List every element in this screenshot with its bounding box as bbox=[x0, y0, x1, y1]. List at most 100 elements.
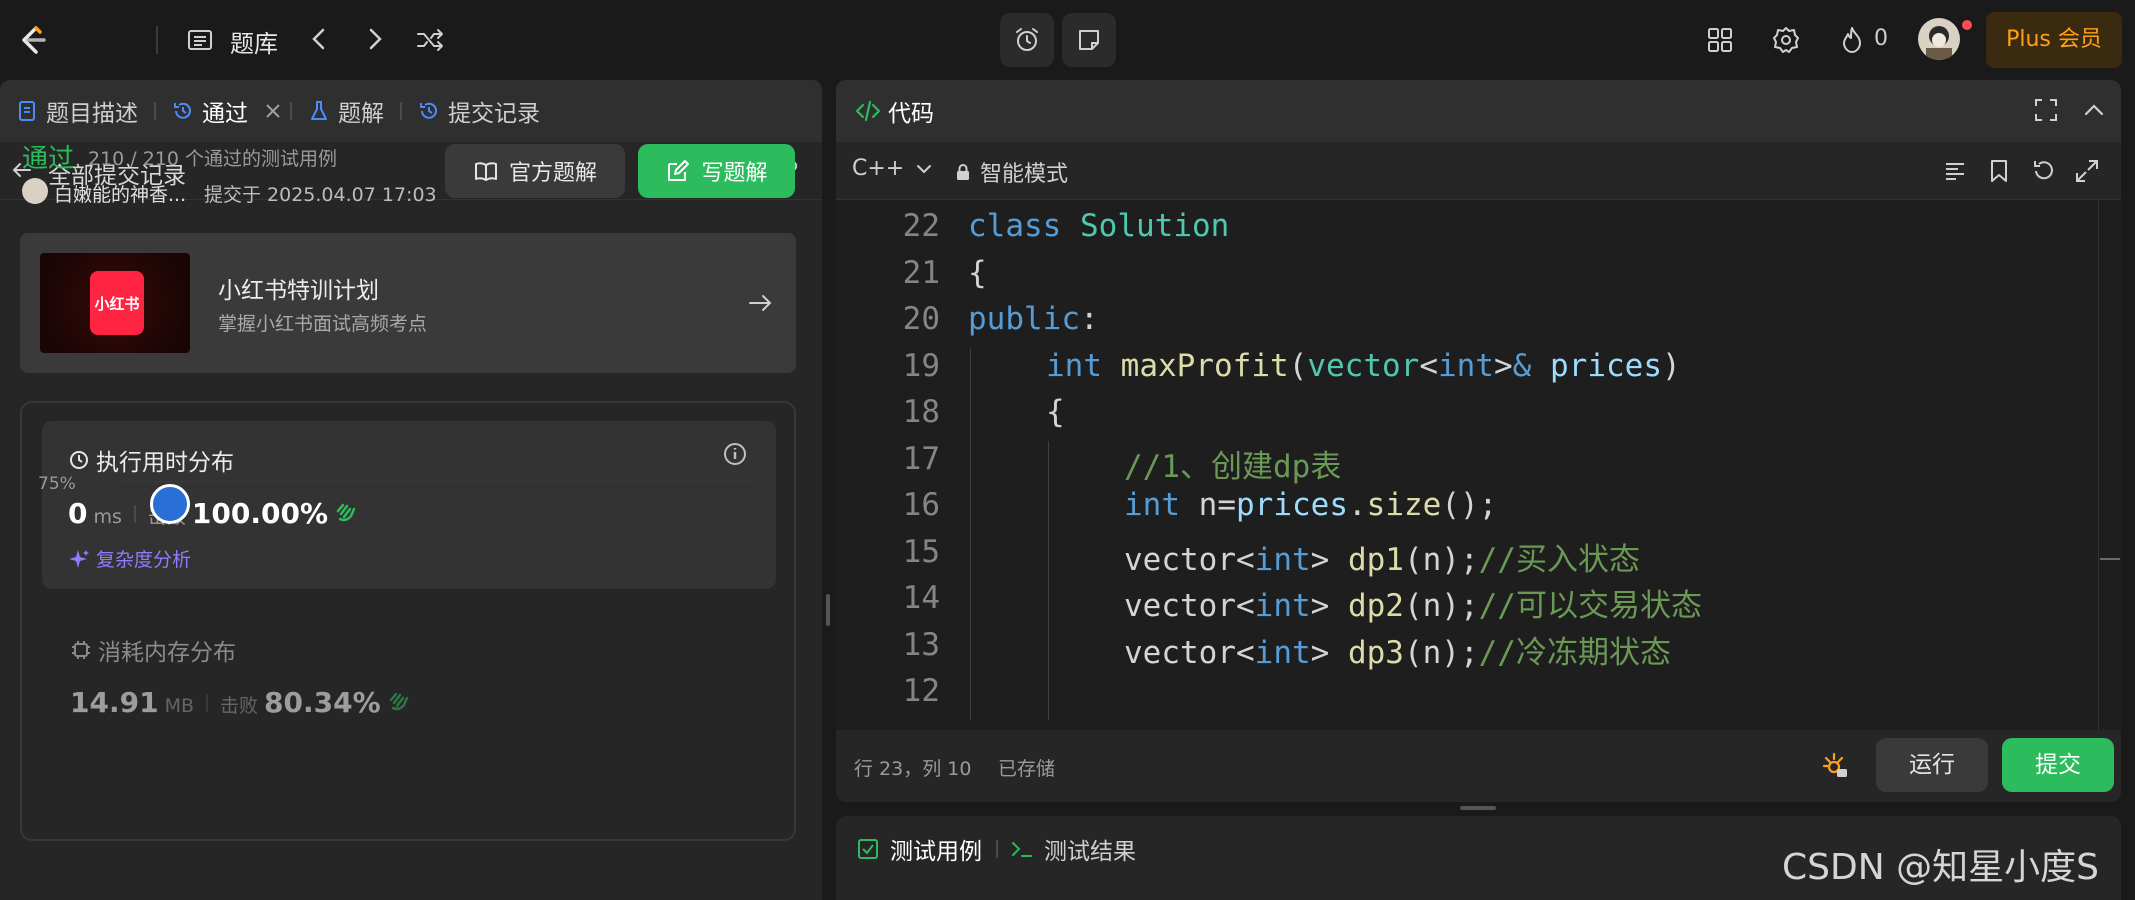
arrow-right-icon bbox=[749, 295, 772, 311]
indent-guide bbox=[970, 440, 971, 487]
sparkle-icon bbox=[69, 549, 89, 568]
streak-count: 0 bbox=[1874, 26, 1888, 51]
tab-solutions[interactable]: 题解 bbox=[308, 80, 384, 142]
problem-bank-link[interactable]: 题库 bbox=[230, 24, 278, 59]
smart-mode-toggle[interactable]: 智能模式 bbox=[954, 156, 1068, 188]
format-icon[interactable] bbox=[1942, 158, 1968, 184]
code-line[interactable]: 12 bbox=[836, 673, 2098, 720]
close-icon[interactable] bbox=[264, 102, 282, 120]
code-line[interactable]: 22 class Solution bbox=[836, 208, 2098, 254]
language-select[interactable]: C++ bbox=[852, 156, 934, 181]
tab-accepted[interactable]: 通过 bbox=[172, 80, 290, 142]
code-token: class bbox=[968, 208, 1062, 244]
tab-testcases[interactable]: 测试用例 bbox=[856, 832, 982, 866]
notes-button[interactable] bbox=[1062, 13, 1116, 67]
run-button[interactable]: 运行 bbox=[1876, 738, 1988, 792]
tab-description[interactable]: 题目描述 bbox=[16, 80, 138, 142]
timer-button[interactable] bbox=[1000, 13, 1054, 67]
fire-streak-icon[interactable] bbox=[1836, 24, 1868, 56]
info-icon[interactable] bbox=[722, 441, 748, 467]
tab-test-result[interactable]: 测试结果 bbox=[1010, 832, 1136, 866]
code-line[interactable]: 15 vector<int> dp1(n);//买入状态 bbox=[836, 533, 2098, 580]
flask-icon bbox=[311, 101, 327, 120]
divider bbox=[290, 102, 292, 120]
code-token: //1、创建dp表 bbox=[1124, 448, 1342, 485]
code-line[interactable]: 20 public: bbox=[836, 301, 2098, 347]
editor-toolbar: C++ 智能模式 bbox=[836, 142, 2121, 200]
promo-banner[interactable]: 小红书 小红书特训计划 掌握小红书面试高频考点 bbox=[20, 233, 796, 373]
code-token: . bbox=[1347, 487, 1367, 523]
chart-gridline bbox=[122, 481, 756, 482]
terminal-icon bbox=[1012, 842, 1032, 857]
official-solution-button[interactable]: 官方题解 bbox=[445, 144, 625, 198]
code-line[interactable]: 18 { bbox=[836, 394, 2098, 441]
layout-icon[interactable] bbox=[1704, 24, 1736, 56]
notification-dot bbox=[1962, 20, 1972, 30]
horizontal-resize-handle[interactable] bbox=[1460, 806, 1496, 810]
write-solution-button[interactable]: 写题解 bbox=[638, 144, 795, 198]
code-token: Solution bbox=[1080, 208, 1230, 244]
code-token: int bbox=[1046, 347, 1102, 384]
bookmark-icon[interactable] bbox=[1986, 158, 2012, 184]
code-token: int bbox=[1254, 634, 1311, 671]
line-number: 22 bbox=[902, 208, 940, 244]
line-number: 12 bbox=[902, 673, 940, 709]
submit-time: 提交于 2025.04.07 17:03 bbox=[204, 184, 437, 206]
code-line[interactable]: 14 vector<int> dp2(n);//可以交易状态 bbox=[836, 580, 2098, 627]
chart-y-tick: 75% bbox=[38, 474, 76, 494]
user-avatar bbox=[22, 178, 48, 204]
tab-code[interactable]: 代码 bbox=[854, 94, 934, 128]
save-status: 已存储 bbox=[998, 758, 1056, 780]
submit-button[interactable]: 提交 bbox=[2002, 738, 2114, 792]
runtime-title: 执行用时分布 bbox=[68, 443, 234, 477]
chevron-up-icon[interactable] bbox=[2080, 96, 2108, 124]
chip-icon bbox=[72, 641, 90, 659]
code-line[interactable]: 21 { bbox=[836, 255, 2098, 301]
history-icon bbox=[174, 102, 191, 119]
chevron-right-icon[interactable] bbox=[362, 24, 388, 54]
memory-title[interactable]: 消耗内存分布 bbox=[70, 633, 236, 667]
editor-header: 代码 bbox=[836, 80, 2121, 142]
indent-guide bbox=[1048, 580, 1049, 627]
reset-icon[interactable] bbox=[2030, 158, 2056, 184]
scrollbar-track[interactable] bbox=[2098, 200, 2099, 800]
code-area[interactable]: 22 class Solution 21 {20 public: 19 int maxPro… bbox=[836, 208, 2098, 802]
code-token: prices bbox=[1550, 347, 1662, 384]
list-icon[interactable] bbox=[186, 26, 214, 54]
plus-member-button[interactable]: Plus 会员 bbox=[1986, 12, 2122, 68]
code-token: prices bbox=[1236, 487, 1348, 523]
code-token: > bbox=[1310, 588, 1348, 624]
code-token: //可以交易状态 bbox=[1478, 588, 1702, 624]
indent-guide bbox=[970, 533, 971, 580]
shuffle-icon[interactable] bbox=[414, 24, 446, 56]
document-icon bbox=[19, 101, 35, 121]
divider bbox=[156, 26, 158, 54]
code-line[interactable]: 13 vector<int> dp3(n);//冷冻期状态 bbox=[836, 626, 2098, 673]
code-token: //冷冻期状态 bbox=[1478, 634, 1671, 671]
indent-guide bbox=[970, 580, 971, 627]
code-token: < bbox=[1419, 347, 1438, 384]
code-line[interactable]: 19 int maxProfit(vector<int>& prices) bbox=[836, 347, 2098, 394]
code-token: > bbox=[1310, 634, 1348, 671]
code-token: dp3 bbox=[1347, 634, 1404, 671]
indent-guide bbox=[1048, 626, 1049, 673]
scrollbar-marker[interactable] bbox=[2100, 558, 2120, 560]
gear-icon[interactable] bbox=[1770, 24, 1802, 56]
leetcode-logo-icon[interactable] bbox=[14, 22, 50, 58]
memory-value: 14.91 MB 击败 80.34% bbox=[70, 686, 411, 719]
code-token: vector< bbox=[1124, 588, 1255, 624]
code-line[interactable]: 16 int n=prices.size(); bbox=[836, 487, 2098, 534]
maximize-icon[interactable] bbox=[2032, 96, 2060, 124]
tab-submissions[interactable]: 提交记录 bbox=[418, 80, 540, 142]
expand-icon[interactable] bbox=[2074, 158, 2100, 184]
complexity-analysis-link[interactable]: 复杂度分析 bbox=[68, 545, 191, 572]
user-name[interactable]: 白嫩能的神香... bbox=[54, 180, 186, 207]
code-token: dp2 bbox=[1347, 588, 1404, 624]
code-line[interactable]: 17 //1、创建dp表 bbox=[836, 440, 2098, 487]
vertical-resize-handle[interactable] bbox=[826, 594, 830, 626]
debug-lock-icon[interactable] bbox=[1820, 750, 1850, 780]
status-badge: 通过 bbox=[22, 144, 75, 174]
avatar[interactable] bbox=[1918, 18, 1960, 60]
chevron-left-icon[interactable] bbox=[306, 24, 332, 54]
